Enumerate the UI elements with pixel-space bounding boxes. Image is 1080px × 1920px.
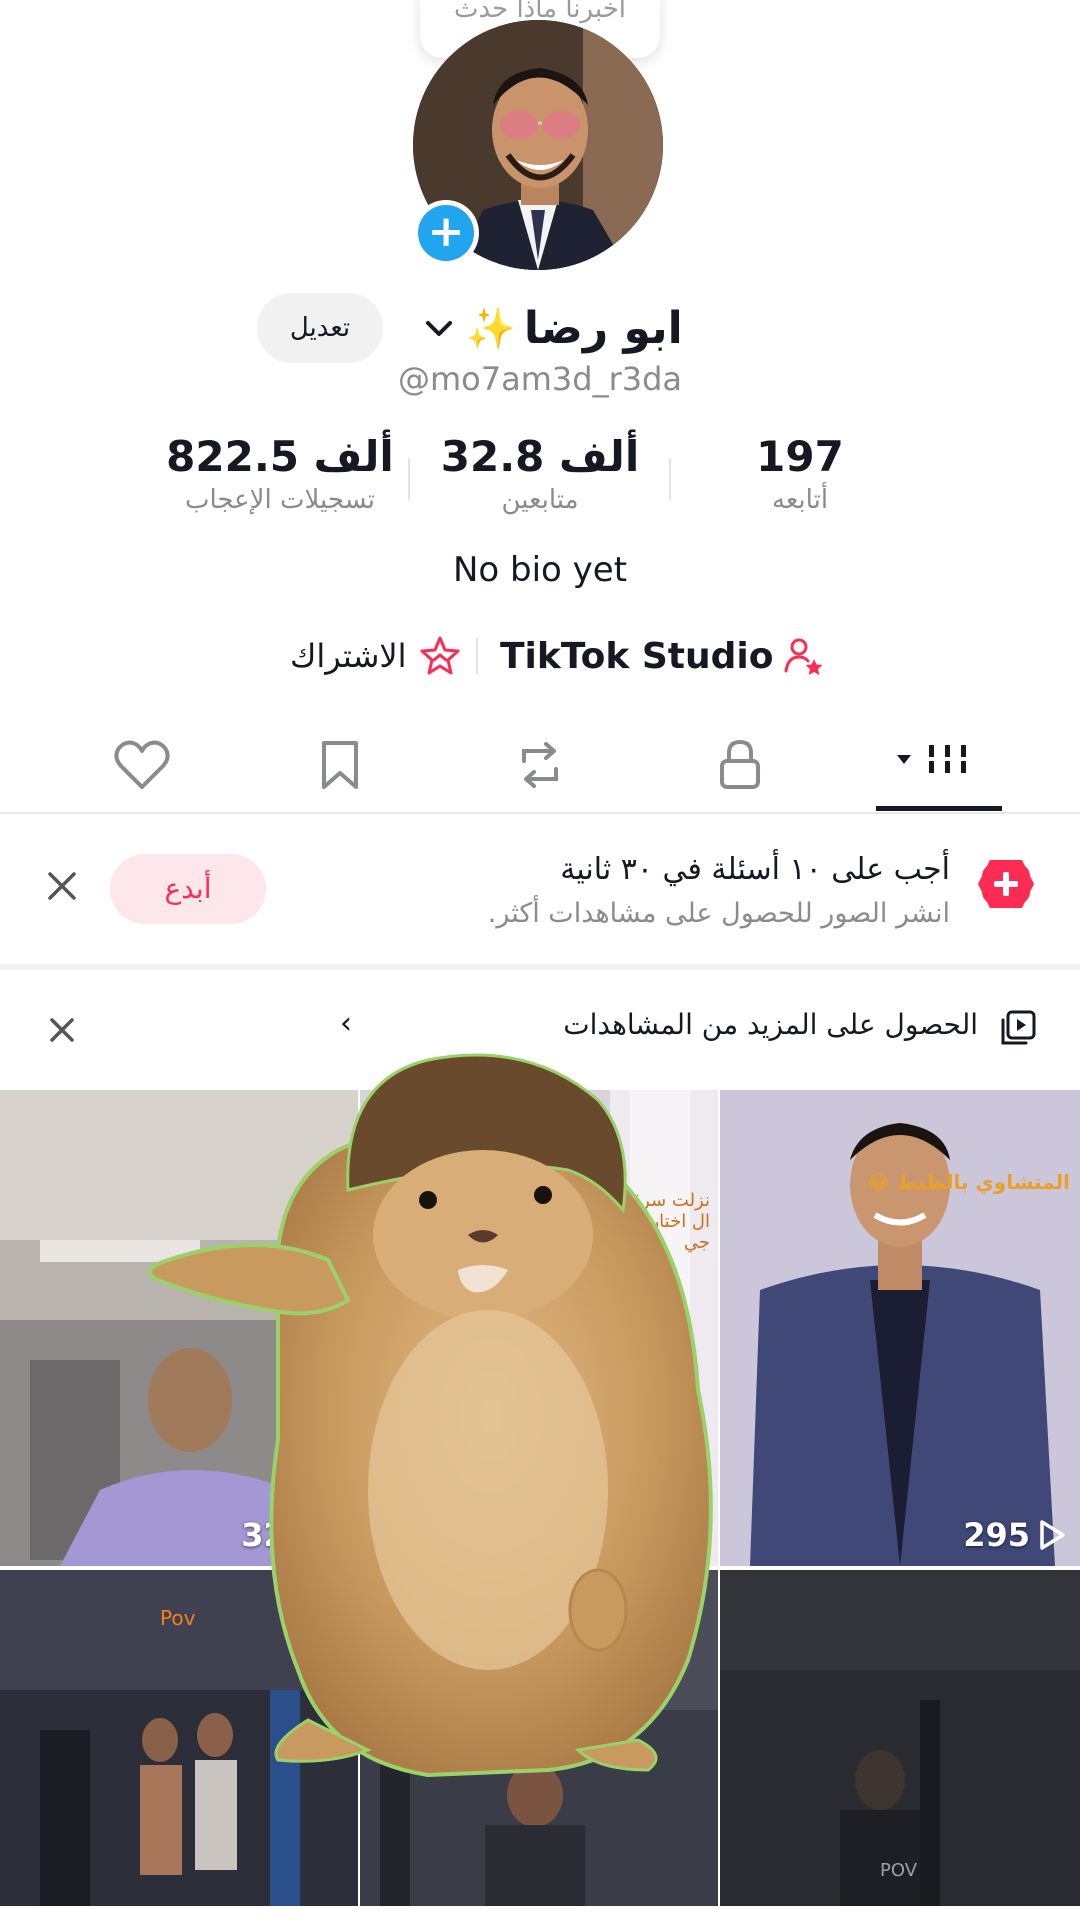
stat-followers-value: 32.8 ألف [440,432,640,481]
stat-likes-label: تسجيلات الإعجاب [184,485,376,515]
video-overlay-text: المتشاوي بالظبط 😂 [866,1170,1070,1194]
heart-icon [114,740,170,789]
close-icon[interactable] [40,1008,84,1052]
star-badge-icon [420,636,460,675]
profile-tabs [0,720,1080,814]
quiz-banner[interactable]: أجب على ١٠ أسئلة في ٣٠ ثانية انشر الصور … [0,814,1080,964]
add-post-icon [978,860,1034,908]
close-icon[interactable] [40,864,84,908]
username: @mo7am3d_r3da [398,360,682,398]
links-divider [476,638,478,674]
name-row[interactable]: ✨ ابو رضا [420,298,683,358]
hamster-sticker [148,1053,713,1778]
stat-following-label: أتابعه [771,485,829,515]
creator-links-row: TikTok Studio الاشتراك [0,628,1080,684]
stat-divider [408,458,410,500]
create-button[interactable]: أبدع [110,854,266,924]
tab-favorites[interactable] [280,720,400,810]
video-overlay-text: POV [880,1860,918,1881]
view-count-value: 295 [963,1516,1030,1554]
chevron-down-icon [426,321,452,336]
play-icon [1040,1520,1065,1550]
repost-icon [522,742,558,788]
lock-icon [720,739,760,789]
tab-private[interactable] [680,720,800,810]
stat-likes[interactable]: 822.5 ألف تسجيلات الإعجاب [160,432,400,515]
subscribe-label: الاشتراك [290,637,407,675]
quiz-banner-title: أجب على ١٠ أسئلة في ٣٠ ثانية [560,852,950,887]
active-tab-indicator [876,806,1002,811]
playlist-play-icon [1001,1010,1036,1045]
studio-person-star-icon [784,638,823,675]
stat-likes-value: 822.5 ألف [166,432,394,481]
bookmark-icon [322,741,358,789]
stat-following-value: 197 [756,432,844,481]
stat-divider [669,458,671,500]
stat-followers[interactable]: 32.8 ألف متابعين [420,432,660,515]
video-thumbnail[interactable]: المتشاوي بالظبط 😂 295 [720,1090,1080,1566]
tab-videos[interactable] [880,720,1000,810]
stat-followers-label: متابعين [501,485,579,515]
edit-profile-button[interactable]: تعديل [257,293,383,363]
add-avatar-button[interactable]: + [413,200,479,266]
quiz-banner-subtitle: انشر الصور للحصول على مشاهدات أكثر. [487,898,950,929]
tab-reposts[interactable] [480,720,600,810]
sparkles-icon: ✨ [466,305,516,352]
tiktok-studio-label: TikTok Studio [500,635,774,677]
home-indicator-area [0,1906,1080,1920]
video-thumbnail[interactable]: POV [720,1570,1080,1920]
subscribe-link[interactable]: الاشتراك [290,628,463,684]
stat-following[interactable]: 197 أتابعه [680,432,920,515]
tab-liked[interactable] [82,720,202,810]
plus-icon: + [418,205,474,261]
bio-text[interactable]: No bio yet [0,550,1080,590]
videos-grid-icon [897,745,966,773]
display-name: ابو رضا [523,302,683,354]
tiktok-studio-link[interactable]: TikTok Studio [500,628,825,684]
view-count: 295 [963,1516,1066,1554]
